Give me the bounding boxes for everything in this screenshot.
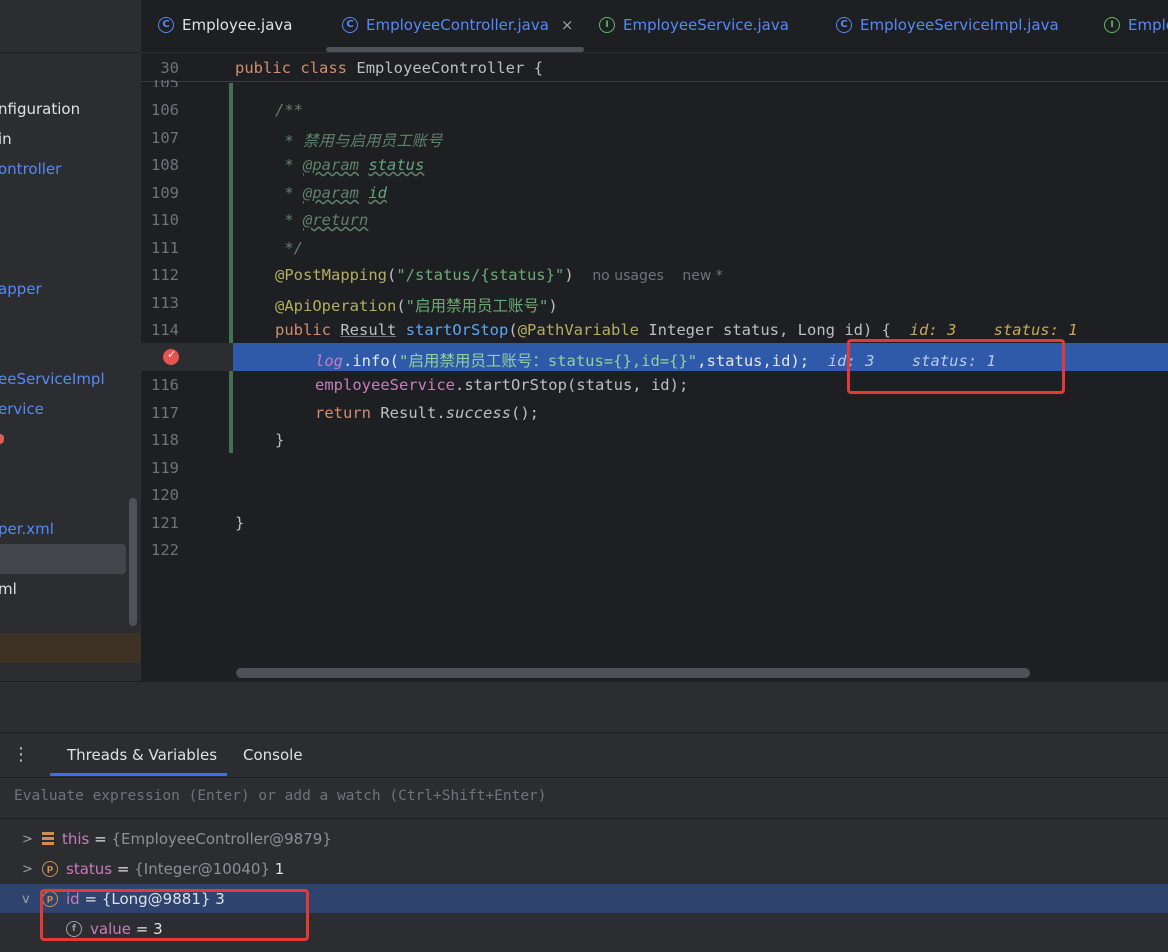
line-number: 118 <box>151 431 179 449</box>
code-line: * @param status <box>275 156 425 174</box>
tree-item-mapper-xml[interactable]: per.xml <box>0 520 54 538</box>
tab-threads-variables[interactable]: Threads & Variables <box>67 746 217 764</box>
tab-employee-service-impl[interactable]: C EmployeeServiceImpl.java <box>836 16 1059 34</box>
close-icon[interactable]: × <box>561 16 574 34</box>
code-line: return Result.success(); <box>315 404 539 422</box>
tab-employee-mapper[interactable]: I Employe <box>1104 16 1168 34</box>
tab-label: EmployeeService.java <box>623 16 789 34</box>
tab-employee-controller[interactable]: C EmployeeController.java × <box>342 16 573 34</box>
interface-icon: I <box>599 17 615 33</box>
tab-label: EmployeeServiceImpl.java <box>860 16 1059 34</box>
vcs-change-marker <box>229 83 233 453</box>
line-number: 108 <box>151 156 179 174</box>
code-line: * @param id <box>275 184 388 202</box>
tab-label: Employe <box>1128 16 1168 34</box>
gutter-current-line <box>141 343 233 371</box>
evaluate-expression-input[interactable]: Evaluate expression (Enter) or add a wat… <box>14 788 547 804</box>
sticky-code: public class EmployeeController { <box>235 59 544 77</box>
line-number: 107 <box>151 129 179 147</box>
tree-selection <box>0 544 126 574</box>
tree-item-service[interactable]: ervice <box>0 400 44 418</box>
annotation-box-variables <box>40 889 309 941</box>
tree-item-xml[interactable]: ml <box>0 580 17 598</box>
line-number: 120 <box>151 486 179 504</box>
line-number: 30 <box>160 59 179 77</box>
tab-console[interactable]: Console <box>243 746 303 764</box>
breakpoint-icon[interactable]: ✓ <box>163 348 179 365</box>
line-number: 119 <box>151 459 179 477</box>
editor-horizontal-scrollbar[interactable] <box>236 668 1030 678</box>
code-line: employeeService.startOrStop(status, id); <box>315 376 689 394</box>
tree-item-mapper[interactable]: apper <box>0 280 42 298</box>
line-number: 116 <box>151 376 179 394</box>
debug-inline-values: id: 3 status: 1 <box>909 321 1078 339</box>
code-line: } <box>275 431 285 449</box>
code-line: } <box>235 514 245 532</box>
tree-item-controller[interactable]: ontroller <box>0 160 61 178</box>
active-tab-indicator <box>326 47 584 52</box>
line-number: 112 <box>151 266 179 284</box>
line-number: 117 <box>151 404 179 422</box>
editor-tab-bar: C Employee.java C EmployeeController.jav… <box>141 0 1168 53</box>
line-number: 121 <box>151 514 179 532</box>
code-line: * 禁用与启用员工账号 <box>275 132 443 150</box>
tab-label: Employee.java <box>182 16 293 34</box>
more-options-icon[interactable]: ⋮ <box>12 744 30 765</box>
tab-employee-service[interactable]: I EmployeeService.java <box>599 16 789 34</box>
line-number: 109 <box>151 184 179 202</box>
class-icon: C <box>836 17 852 33</box>
annotation-box-inline <box>847 339 1065 394</box>
tree-highlight-row <box>0 633 141 663</box>
line-number: 105 <box>141 80 179 87</box>
chevron-right-icon[interactable]: > <box>22 862 42 877</box>
line-number: 110 <box>151 211 179 229</box>
active-tab-indicator <box>50 773 227 776</box>
tree-item-configuration[interactable]: nfiguration <box>0 100 80 118</box>
chevron-right-icon[interactable]: > <box>22 832 42 847</box>
line-number: 114 <box>151 321 179 339</box>
object-icon <box>42 832 54 846</box>
project-header <box>0 0 141 53</box>
line-number: 106 <box>151 101 179 119</box>
chevron-down-icon[interactable]: v <box>22 892 42 907</box>
code-line: /** <box>275 101 303 119</box>
error-marker-icon <box>0 434 4 444</box>
line-number: 111 <box>151 239 179 257</box>
class-icon: C <box>342 17 358 33</box>
tab-employee[interactable]: C Employee.java <box>158 16 293 34</box>
tree-item-service-impl[interactable]: eeServiceImpl <box>0 370 105 388</box>
code-line: */ <box>275 239 303 257</box>
usages-hint: no usages <box>592 268 664 284</box>
author-hint: new * <box>682 268 723 284</box>
variable-status[interactable]: > p status = {Integer@10040} 1 <box>22 860 284 878</box>
code-line: public Result startOrStop(@PathVariable … <box>275 321 1078 339</box>
code-line: @PostMapping("/status/{status}") no usag… <box>275 266 723 284</box>
class-icon: C <box>158 17 174 33</box>
debug-toolbar <box>0 682 1168 733</box>
line-number: 122 <box>151 541 179 559</box>
project-tool-window: nfiguration in ontroller apper eeService… <box>0 0 141 681</box>
variable-this[interactable]: > this = {EmployeeController@9879} <box>22 830 332 848</box>
line-number: 113 <box>151 294 179 312</box>
code-line: @ApiOperation("启用禁用员工账号") <box>275 297 558 315</box>
tree-scrollbar[interactable] <box>129 498 137 626</box>
interface-icon: I <box>1104 17 1120 33</box>
tree-item-admin[interactable]: in <box>0 130 12 148</box>
parameter-icon: p <box>42 861 58 877</box>
tab-label: EmployeeController.java <box>366 16 549 34</box>
code-line: * @return <box>275 211 369 229</box>
